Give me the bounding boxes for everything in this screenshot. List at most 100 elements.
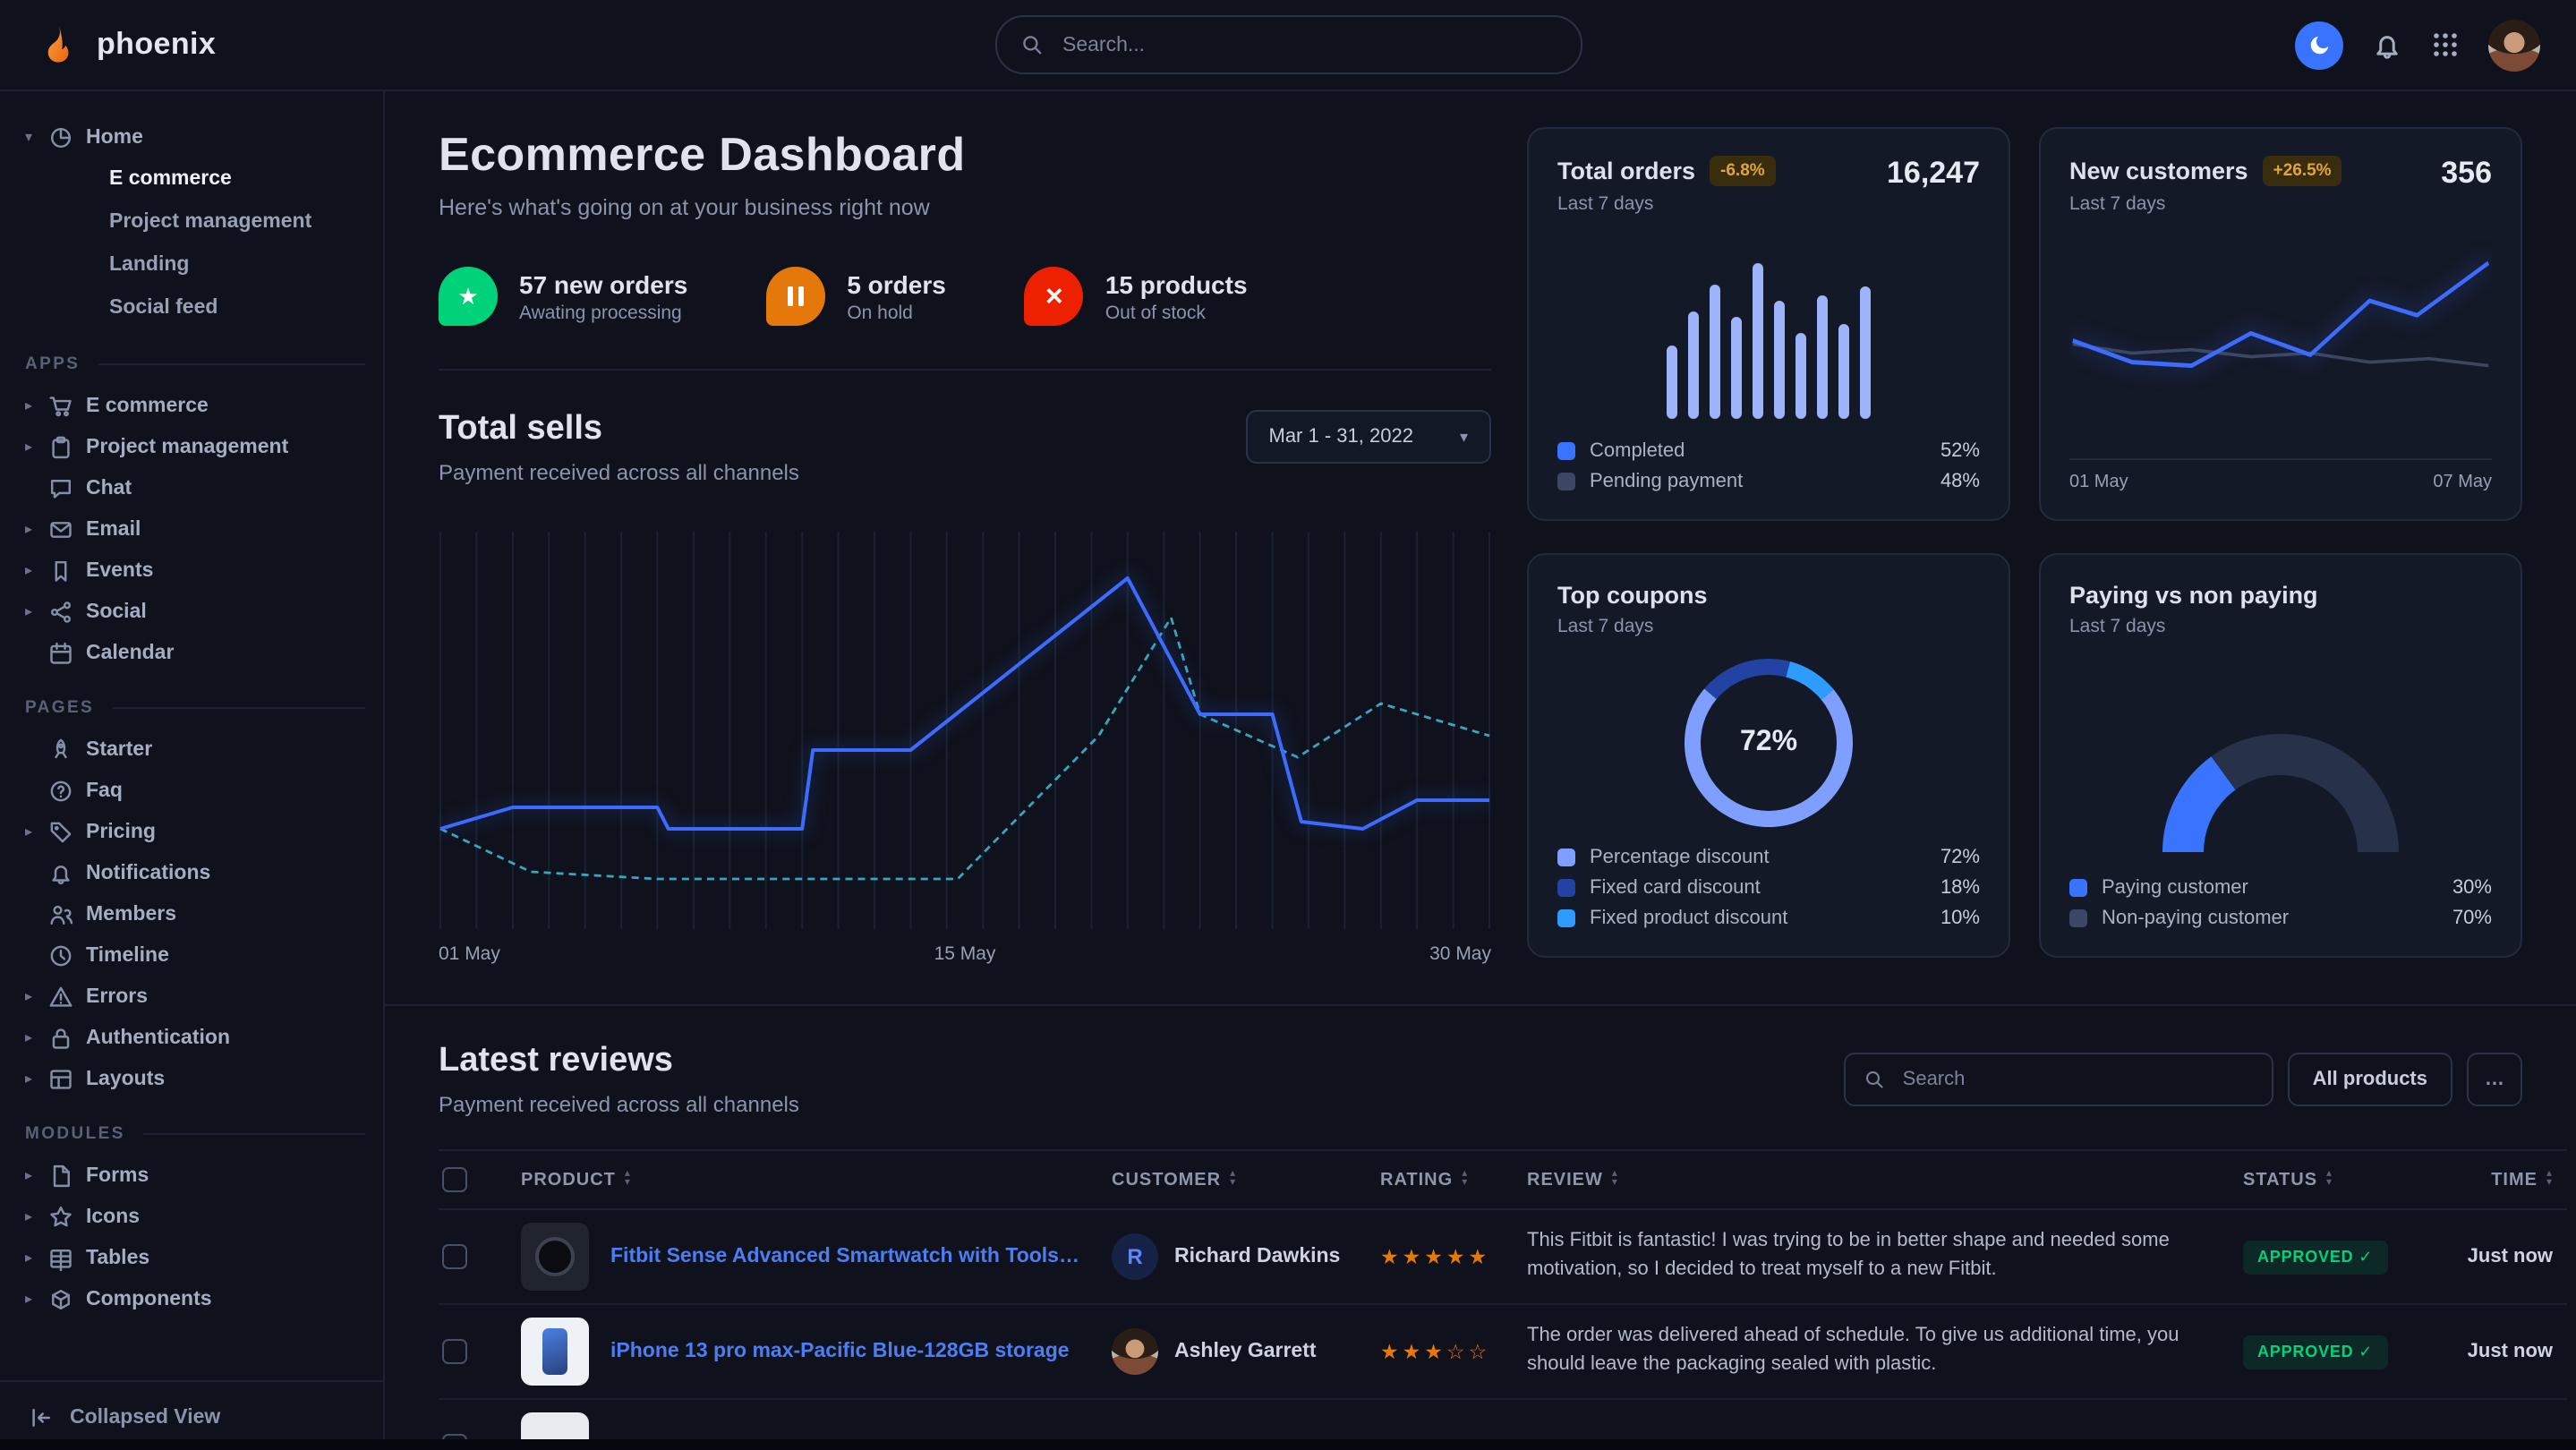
column-header-status[interactable]: STATUS▴▾	[2229, 1150, 2417, 1209]
sidebar-item-label: Home	[86, 126, 143, 148]
sidebar-subitem-e-commerce[interactable]: E commerce	[25, 158, 365, 200]
column-header-product[interactable]: PRODUCT▴▾	[507, 1150, 1097, 1209]
column-header-rating[interactable]: RATING▴▾	[1366, 1150, 1513, 1209]
sidebar-item-label: Icons	[86, 1206, 140, 1227]
page-title: Ecommerce Dashboard	[439, 127, 1491, 183]
warning-icon	[48, 984, 86, 1009]
top-coupons-card: Top coupons Last 7 days 72% Percentage d…	[1527, 553, 2010, 958]
sidebar-subitem-social-feed[interactable]: Social feed	[25, 286, 365, 329]
table-icon	[48, 1245, 86, 1270]
row-checkbox[interactable]	[442, 1244, 467, 1269]
legend-label: Fixed card discount	[1590, 877, 1941, 899]
row-checkbox[interactable]	[442, 1339, 467, 1364]
sidebar-item-social[interactable]: ▸Social	[25, 591, 365, 632]
caret-right-icon: ▸	[25, 562, 48, 578]
legend-pending-payment: Pending payment48%	[1557, 471, 1980, 492]
reviews-search[interactable]	[1844, 1053, 2273, 1106]
caret-right-icon: ▸	[25, 1029, 48, 1045]
more-options-button[interactable]: …	[2467, 1053, 2522, 1106]
sidebar-item-label: Tables	[86, 1247, 149, 1268]
product-link[interactable]: iPhone 13 pro max-Pacific Blue-128GB sto…	[610, 1341, 1070, 1362]
legend-swatch	[1557, 473, 1575, 490]
clock-icon	[48, 942, 86, 968]
star-icon: ★	[439, 267, 498, 326]
share-icon	[48, 599, 86, 624]
sidebar-item-tables[interactable]: ▸Tables	[25, 1237, 365, 1278]
sidebar-subitem-landing[interactable]: Landing	[25, 243, 365, 286]
cart-icon	[48, 393, 86, 418]
global-search[interactable]	[994, 15, 1582, 74]
stat-value: 15 products	[1105, 269, 1248, 298]
brand-logo[interactable]: phoenix	[36, 22, 216, 67]
users-icon	[48, 901, 86, 926]
user-avatar[interactable]	[2488, 19, 2540, 71]
chevron-down-icon: ▾	[1460, 427, 1468, 447]
select-all-header	[439, 1150, 507, 1209]
sidebar-item-faq[interactable]: Faq	[25, 770, 365, 811]
sidebar-item-chat[interactable]: Chat	[25, 467, 365, 508]
stat-value: 57 new orders	[519, 269, 687, 298]
x-icon: ×	[1025, 267, 1084, 326]
notifications-bell-icon[interactable]	[2372, 30, 2402, 60]
rocket-icon	[48, 737, 86, 762]
reviews-search-input[interactable]	[1899, 1067, 2254, 1092]
sidebar-item-icons[interactable]: ▸ Icons	[25, 1196, 365, 1237]
sidebar-item-layouts[interactable]: ▸Layouts	[25, 1058, 365, 1099]
date-range-select[interactable]: Mar 1 - 31, 2022 ▾	[1246, 410, 1492, 464]
legend-non-paying-customer: Non-paying customer70%	[2069, 908, 2492, 929]
apps-grid-icon[interactable]	[2431, 30, 2460, 59]
caret-right-icon: ▸	[25, 823, 48, 840]
sidebar-subitem-project-management[interactable]: Project management	[25, 200, 365, 243]
sidebar-item-label: Pricing	[86, 821, 156, 842]
date-range-value: Mar 1 - 31, 2022	[1269, 426, 1413, 448]
sidebar-item-events[interactable]: ▸Events	[25, 550, 365, 591]
card-title: Top coupons	[1557, 582, 1980, 609]
sidebar-item-project-management[interactable]: ▸Project management	[25, 426, 365, 467]
sidebar-item-starter[interactable]: Starter	[25, 729, 365, 770]
bottom-edge	[0, 1439, 2576, 1450]
select-all-checkbox[interactable]	[442, 1167, 467, 1192]
product-link[interactable]: Fitbit Sense Advanced Smartwatch with To…	[610, 1246, 1083, 1267]
sidebar-item-authentication[interactable]: ▸Authentication	[25, 1017, 365, 1058]
stat-out-of-stock: ×15 productsOut of stock	[1025, 267, 1248, 326]
bar	[1838, 324, 1849, 419]
paying-card: Paying vs non paying Last 7 days Paying …	[2039, 553, 2522, 958]
global-search-input[interactable]	[1059, 32, 1557, 57]
sort-icon: ▴▾	[2546, 1171, 2553, 1189]
kpi-cards: Total orders -6.8% Last 7 days 16,247 Co…	[1527, 127, 2522, 976]
box-icon	[48, 1286, 86, 1311]
sidebar-item-pricing[interactable]: ▸ Pricing	[25, 811, 365, 852]
sidebar-item-errors[interactable]: ▸Errors	[25, 976, 365, 1017]
sidebar-item-notifications[interactable]: Notifications	[25, 852, 365, 893]
legend-fixed-card-discount: Fixed card discount18%	[1557, 877, 1980, 899]
sidebar-section-modules: MODULES	[25, 1124, 365, 1144]
review-row: Fitbit Sense Advanced Smartwatch with To…	[439, 1209, 2567, 1304]
theme-toggle-button[interactable]	[2295, 21, 2343, 69]
sidebar-item-timeline[interactable]: Timeline	[25, 934, 365, 976]
legend-swatch	[1557, 879, 1575, 897]
product-thumbnail	[521, 1318, 589, 1386]
status-badge: APPROVED ✓	[2243, 1241, 2387, 1275]
all-products-button[interactable]: All products	[2288, 1053, 2452, 1106]
sidebar-item-forms[interactable]: ▸Forms	[25, 1155, 365, 1196]
sidebar-item-e-commerce[interactable]: ▸E commerce	[25, 385, 365, 426]
app-window: phoenix ▾HomeE commerceProject managemen…	[0, 0, 2576, 1450]
legend-fixed-product-discount: Fixed product discount10%	[1557, 908, 1980, 929]
sidebar-item-calendar[interactable]: Calendar	[25, 632, 365, 673]
rating-stars: ★★★☆☆	[1380, 1339, 1498, 1364]
sidebar-item-email[interactable]: ▸Email	[25, 508, 365, 550]
card-title: Paying vs non paying	[2069, 582, 2492, 609]
bar	[1731, 317, 1742, 419]
paying-legend: Paying customer30%Non-paying customer70%	[2069, 877, 2492, 929]
pie-icon	[48, 124, 86, 149]
x-tick: 30 May	[1429, 943, 1491, 965]
column-header-customer[interactable]: CUSTOMER▴▾	[1097, 1150, 1366, 1209]
sidebar-item-label: Notifications	[86, 862, 210, 883]
sidebar-item-components[interactable]: ▸Components	[25, 1278, 365, 1319]
sidebar-item-members[interactable]: Members	[25, 893, 365, 934]
sidebar-item-home[interactable]: ▾Home	[25, 116, 365, 158]
column-header-time[interactable]: TIME▴▾	[2417, 1150, 2567, 1209]
column-header-review[interactable]: REVIEW▴▾	[1513, 1150, 2229, 1209]
legend-swatch	[2069, 879, 2087, 897]
caret-right-icon: ▸	[25, 1208, 48, 1224]
